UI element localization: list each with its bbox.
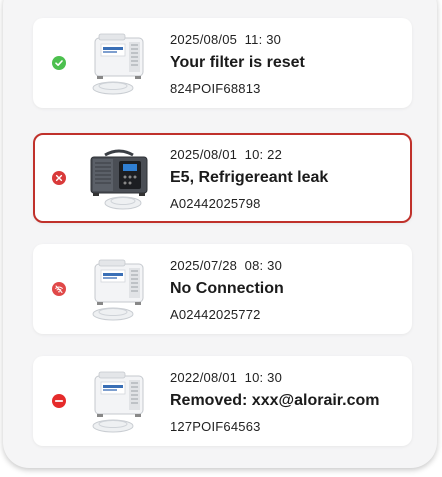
white-dehumidifier-icon	[83, 254, 155, 326]
white-dehumidifier-icon	[83, 366, 155, 438]
white-dehumidifier-icon	[83, 28, 155, 100]
notification-date: 2025/08/01 10: 22	[170, 147, 283, 162]
notification-title: Removed: xxx@alorair.com	[170, 392, 380, 409]
notification-title: No Connection	[170, 280, 284, 297]
notification-panel: 2025/08/05 11: 30 Your filter is reset 8…	[3, 0, 437, 468]
device-serial: 127POIF64563	[170, 419, 261, 434]
notification-date: 2025/07/28 08: 30	[170, 258, 283, 273]
notification-title: E5, Refrigereant leak	[170, 169, 329, 186]
notification-date: 2022/08/01 10: 30	[170, 370, 283, 385]
notification-date: 2025/08/05 11: 30	[170, 32, 282, 47]
no-connection-icon	[52, 282, 66, 296]
notification-card[interactable]: 2025/07/28 08: 30 No Connection A0244202…	[33, 244, 412, 334]
notification-card[interactable]: 2022/08/01 10: 30 Removed: xxx@alorair.c…	[33, 356, 412, 446]
check-circle-icon	[52, 56, 66, 70]
dark-dehumidifier-icon	[83, 143, 155, 215]
notification-card[interactable]: 2025/08/05 11: 30 Your filter is reset 8…	[33, 18, 412, 108]
x-circle-icon	[52, 171, 66, 185]
notification-title: Your filter is reset	[170, 54, 305, 71]
device-serial: A02442025772	[170, 307, 261, 322]
minus-circle-icon	[52, 394, 66, 408]
device-serial: A02442025798	[170, 196, 261, 211]
device-serial: 824POIF68813	[170, 81, 261, 96]
notification-card-selected[interactable]: 2025/08/01 10: 22 E5, Refrigereant leak …	[33, 133, 412, 223]
